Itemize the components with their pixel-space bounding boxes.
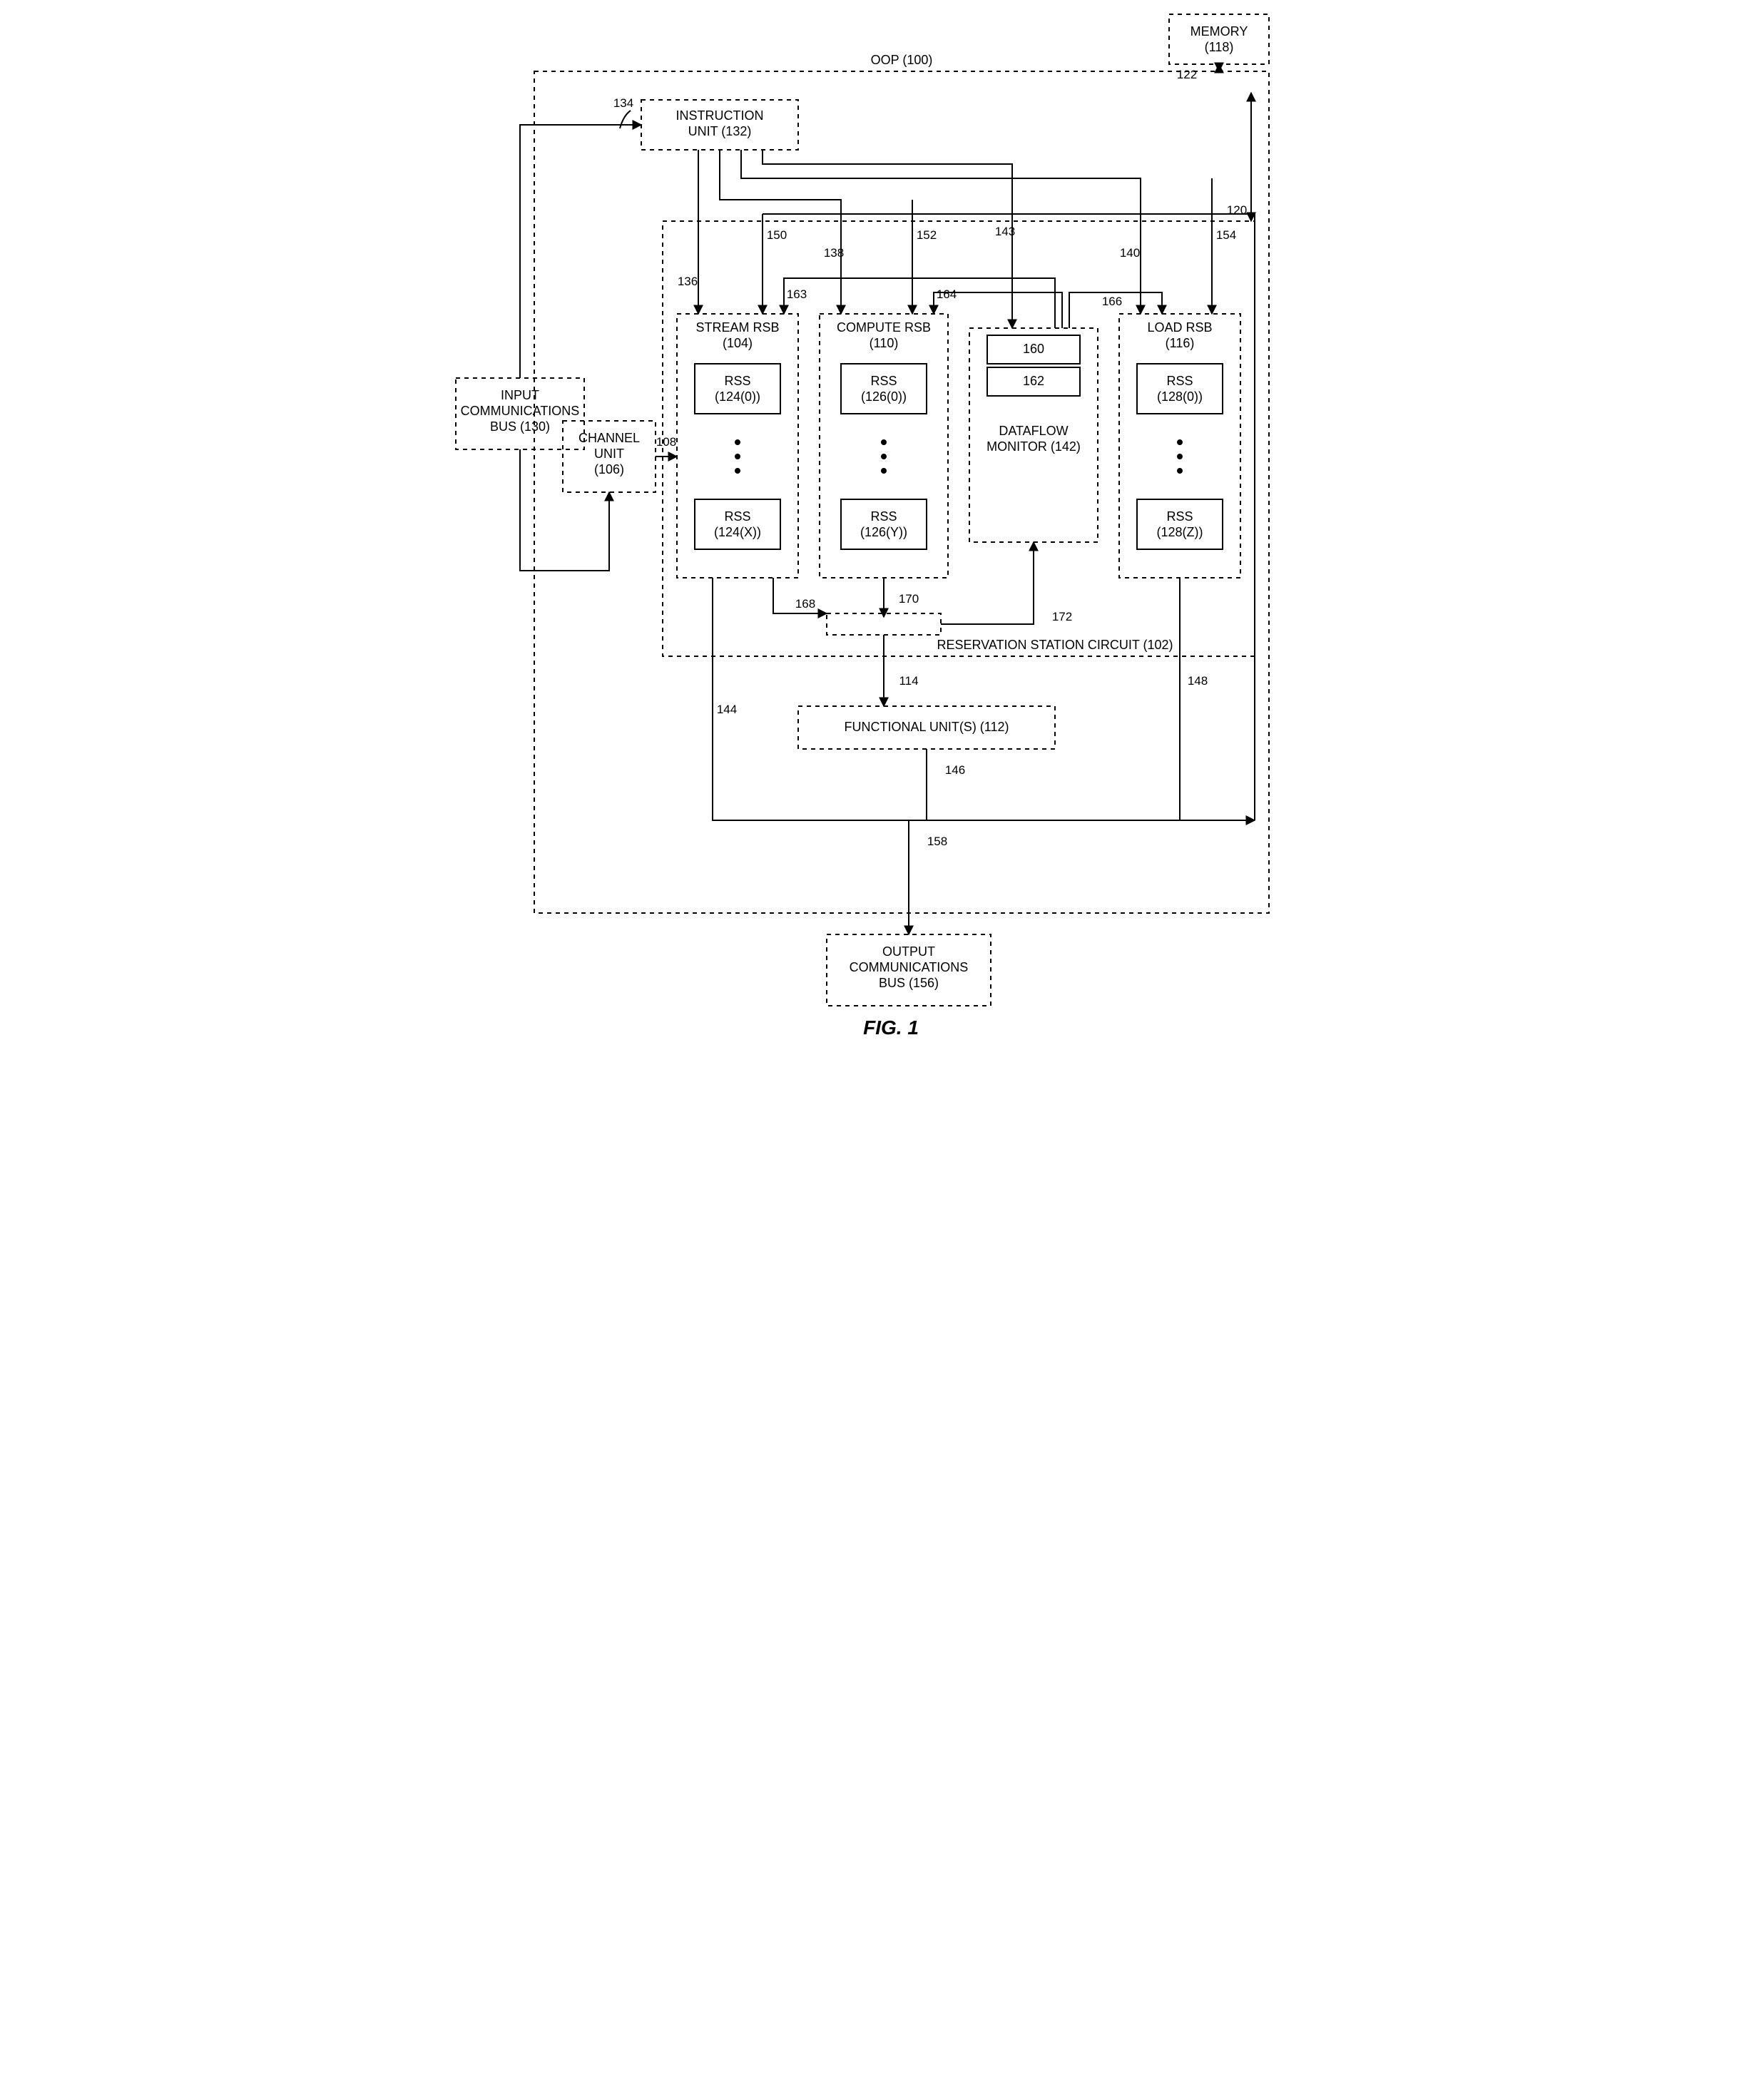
label-134: 134 xyxy=(613,96,633,110)
svg-text:(110): (110) xyxy=(869,336,898,350)
reservation-station-circuit xyxy=(663,221,1255,656)
reservation-label: RESERVATION STATION CIRCUIT (102) xyxy=(937,638,1173,652)
svg-text:168: 168 xyxy=(795,597,815,611)
svg-text:140: 140 xyxy=(1119,246,1139,260)
svg-text:162: 162 xyxy=(1022,374,1044,388)
svg-text:RSS: RSS xyxy=(870,374,897,388)
instruction-l1: INSTRUCTION xyxy=(675,108,763,123)
label-152: 152 xyxy=(916,228,936,242)
load-rsb: LOAD RSB (116) RSS (128(0)) RSS (128(Z)) xyxy=(1119,314,1240,578)
input-bus-l1: INPUT xyxy=(501,388,539,402)
svg-text:138: 138 xyxy=(823,246,843,260)
svg-text:RSS: RSS xyxy=(724,509,750,524)
functional-label: FUNCTIONAL UNIT(S) (112) xyxy=(844,720,1009,734)
svg-text:DATAFLOW: DATAFLOW xyxy=(999,424,1068,438)
svg-text:158: 158 xyxy=(927,835,947,848)
label-154: 154 xyxy=(1215,228,1235,242)
label-150: 150 xyxy=(766,228,786,242)
svg-text:STREAM RSB: STREAM RSB xyxy=(695,320,779,335)
dataflow-monitor: DATAFLOW MONITOR (142) 160 162 xyxy=(969,328,1098,542)
figure-label: FIG. 1 xyxy=(863,1016,919,1039)
svg-text:(128(0)): (128(0)) xyxy=(1156,389,1202,404)
oop-title: OOP (100) xyxy=(870,53,932,67)
svg-text:172: 172 xyxy=(1051,610,1071,623)
svg-text:(126(Y)): (126(Y)) xyxy=(860,525,907,539)
svg-text:(116): (116) xyxy=(1165,336,1194,350)
wire-134 xyxy=(520,125,641,378)
svg-text:163: 163 xyxy=(786,287,806,301)
svg-text:143: 143 xyxy=(994,225,1014,238)
svg-text:160: 160 xyxy=(1022,342,1044,356)
svg-text:146: 146 xyxy=(944,763,964,777)
svg-text:120: 120 xyxy=(1226,203,1246,217)
stream-rsb: STREAM RSB (104) RSS (124(0)) RSS (124(X… xyxy=(677,314,798,578)
svg-text:(124(0)): (124(0)) xyxy=(714,389,760,404)
svg-text:COMPUTE RSB: COMPUTE RSB xyxy=(836,320,930,335)
input-bus-l3: BUS (130) xyxy=(489,419,549,434)
channel-l1: CHANNEL xyxy=(578,431,639,445)
svg-text:108: 108 xyxy=(656,435,675,449)
svg-text:122: 122 xyxy=(1176,68,1196,81)
input-bus-l2: COMMUNICATIONS xyxy=(460,404,579,418)
svg-text:(104): (104) xyxy=(722,336,752,350)
svg-text:MONITOR (142): MONITOR (142) xyxy=(986,439,1081,454)
svg-text:144: 144 xyxy=(716,703,736,716)
output-bus-l3: BUS (156) xyxy=(878,976,938,990)
svg-text:LOAD RSB: LOAD RSB xyxy=(1147,320,1212,335)
output-bus-l2: COMMUNICATIONS xyxy=(849,960,968,974)
svg-text:136: 136 xyxy=(677,275,697,288)
channel-l3: (106) xyxy=(593,462,623,476)
memory-l2: (118) xyxy=(1204,40,1233,54)
instruction-l2: UNIT (132) xyxy=(688,124,751,138)
wire-143 xyxy=(763,150,1012,328)
output-bus-l1: OUTPUT xyxy=(882,944,935,959)
svg-text:RSS: RSS xyxy=(870,509,897,524)
memory-l1: MEMORY xyxy=(1190,24,1248,39)
svg-text:RSS: RSS xyxy=(1166,509,1193,524)
svg-text:(126(0)): (126(0)) xyxy=(860,389,906,404)
svg-text:(124(X)): (124(X)) xyxy=(713,525,760,539)
svg-text:RSS: RSS xyxy=(724,374,750,388)
svg-text:(128(Z)): (128(Z)) xyxy=(1156,525,1203,539)
svg-text:170: 170 xyxy=(898,592,918,606)
svg-text:166: 166 xyxy=(1101,295,1121,308)
svg-text:148: 148 xyxy=(1187,674,1207,688)
channel-l2: UNIT xyxy=(594,447,624,461)
svg-text:114: 114 xyxy=(899,674,918,688)
compute-rsb: COMPUTE RSB (110) RSS (126(0)) RSS (126(… xyxy=(820,314,948,578)
wire-172 xyxy=(941,542,1034,624)
svg-text:RSS: RSS xyxy=(1166,374,1193,388)
svg-text:164: 164 xyxy=(936,287,956,301)
memory-block xyxy=(1169,14,1269,64)
